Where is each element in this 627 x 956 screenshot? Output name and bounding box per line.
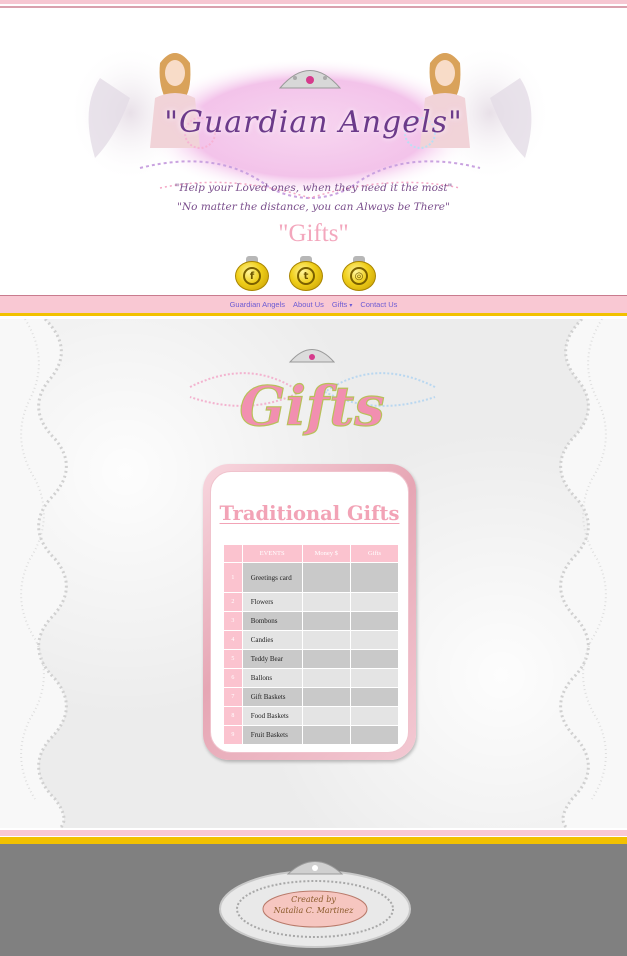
gifts-table-frame: Traditional Gifts EVENTS Money $ Gifts 1… <box>203 464 416 760</box>
table-row: 8 Food Baskets <box>224 707 398 725</box>
nav-contact-us[interactable]: Contact Us <box>360 300 397 309</box>
chevron-down-icon: ▾ <box>349 303 353 309</box>
table-row: 4 Candies <box>224 631 398 649</box>
tagline-line-1: "Help your Loved ones, when they need it… <box>174 182 453 194</box>
nav-gifts-label: Gifts <box>331 300 348 309</box>
row-event: Flowers <box>242 593 302 611</box>
traditional-gifts-table: EVENTS Money $ Gifts 1 Greetings card 2 <box>223 544 399 745</box>
table-row: 9 Fruit Baskets <box>224 726 398 744</box>
table-row: 6 Ballons <box>224 669 398 687</box>
header-gifts: Gifts <box>351 545 398 562</box>
page-label: "Gifts" <box>278 220 349 247</box>
creator-credit-line2: Natalia C. Martinez <box>273 906 354 915</box>
header-num <box>224 545 242 562</box>
gifts-logo: Gifts <box>189 349 436 439</box>
top-stripe <box>0 0 627 10</box>
row-money <box>302 563 350 592</box>
row-event: Fruit Baskets <box>242 726 302 744</box>
row-money <box>302 688 350 706</box>
nav-guardian-angels[interactable]: Guardian Angels <box>230 300 285 309</box>
header-money: Money $ <box>302 545 350 562</box>
gifts-logo-text: Gifts <box>239 374 384 438</box>
row-number: 9 <box>224 726 242 744</box>
row-gifts <box>351 688 398 706</box>
table-row: 1 Greetings card <box>224 563 398 592</box>
table-row: 7 Gift Baskets <box>224 688 398 706</box>
gifts-table-card: Traditional Gifts EVENTS Money $ Gifts 1… <box>210 471 409 753</box>
table-row: 5 Teddy Bear <box>224 650 398 668</box>
row-event: Teddy Bear <box>242 650 302 668</box>
row-gifts <box>351 593 398 611</box>
creator-credit-line1: Created by <box>291 895 336 904</box>
row-gifts <box>351 669 398 687</box>
row-money <box>302 612 350 630</box>
row-gifts <box>351 726 398 744</box>
row-money <box>302 707 350 725</box>
row-number: 8 <box>224 707 242 725</box>
tagline-line-2: "No matter the distance, you can Always … <box>177 201 450 213</box>
twitter-button[interactable]: t <box>289 256 323 292</box>
row-event: Bombons <box>242 612 302 630</box>
row-event: Gift Baskets <box>242 688 302 706</box>
row-event: Candies <box>242 631 302 649</box>
row-gifts <box>351 650 398 668</box>
row-number: 1 <box>224 563 242 592</box>
table-header-row: EVENTS Money $ Gifts <box>224 545 398 562</box>
row-money <box>302 669 350 687</box>
row-event: Greetings card <box>242 563 302 592</box>
creator-credit: Created by Natalia C. Martinez <box>0 894 627 916</box>
row-number: 4 <box>224 631 242 649</box>
twitter-icon: t <box>289 261 323 291</box>
row-gifts <box>351 563 398 592</box>
instagram-icon: ◎ <box>342 261 376 291</box>
nav-gifts-dropdown[interactable]: Gifts ▾ <box>332 300 352 309</box>
table-row: 3 Bombons <box>224 612 398 630</box>
brand-title: "Guardian Angels" <box>164 105 463 140</box>
site-footer: Created by Natalia C. Martinez <box>0 844 627 956</box>
main-content: Gifts Traditional Gifts EVENTS Money $ G… <box>0 319 627 828</box>
nav-about-us[interactable]: About Us <box>293 300 324 309</box>
table-title: Traditional Gifts <box>219 502 400 525</box>
row-gifts <box>351 631 398 649</box>
footer-stripe <box>0 828 627 844</box>
row-money <box>302 726 350 744</box>
row-money <box>302 593 350 611</box>
row-number: 7 <box>224 688 242 706</box>
row-gifts <box>351 707 398 725</box>
facebook-icon: f <box>235 261 269 291</box>
row-event: Food Baskets <box>242 707 302 725</box>
table-row: 2 Flowers <box>224 593 398 611</box>
row-gifts <box>351 612 398 630</box>
row-number: 3 <box>224 612 242 630</box>
facebook-button[interactable]: f <box>235 256 269 292</box>
instagram-button[interactable]: ◎ <box>342 256 376 292</box>
row-event: Ballons <box>242 669 302 687</box>
row-number: 2 <box>224 593 242 611</box>
row-number: 6 <box>224 669 242 687</box>
row-money <box>302 650 350 668</box>
main-nav: Guardian Angels About Us Gifts ▾ Contact … <box>0 295 627 316</box>
lace-border-right <box>559 319 627 828</box>
lace-border-left <box>0 319 68 828</box>
site-header: "Guardian Angels" "Help your Loved ones,… <box>0 10 627 295</box>
row-number: 5 <box>224 650 242 668</box>
header-events: EVENTS <box>242 545 302 562</box>
row-money <box>302 631 350 649</box>
